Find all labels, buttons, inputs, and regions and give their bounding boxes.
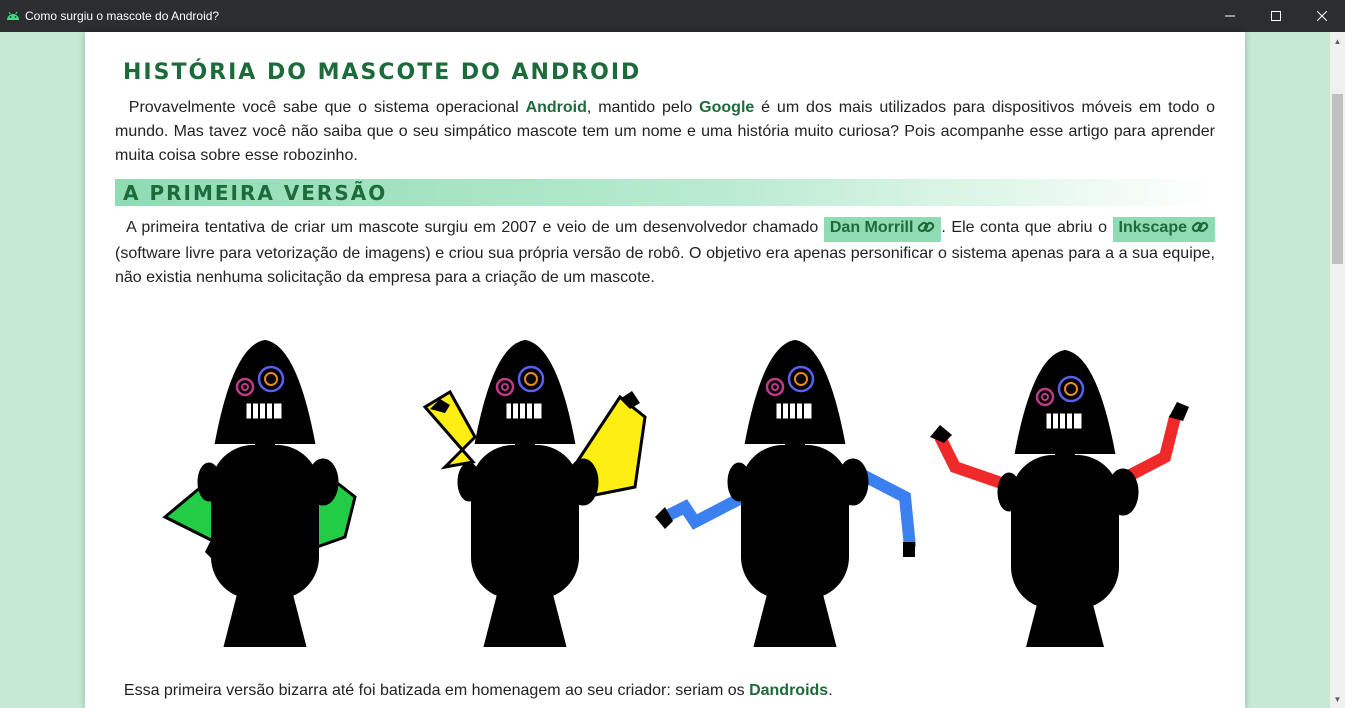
android-highlight: Android [525, 99, 587, 116]
dan-morrill-link[interactable]: Dan Morrill [823, 217, 942, 242]
window-titlebar: Como surgiu o mascote do Android? [0, 0, 1345, 32]
section-heading: A primeira versão [115, 179, 1215, 206]
yellow-robot: .y .c-body{fill:#ffee11}.y .c-inner{fill… [422, 340, 647, 649]
maximize-icon[interactable] [1253, 0, 1299, 32]
dandroids-text-2: . [828, 682, 833, 699]
window-controls [1207, 0, 1345, 32]
inkscape-link[interactable]: Inkscape [1112, 217, 1215, 242]
intro-text-2: , mantido pelo [586, 99, 700, 116]
link-icon [917, 219, 935, 242]
dan-morrill-link-label: Dan Morrill [829, 219, 914, 236]
dandroids-highlight: Dandroids [749, 682, 829, 699]
intro-text-1: Provavelmente você sabe que o sistema op… [128, 99, 526, 116]
blue-robot: .b .c-body{fill:#3a80f0}.b .c-inner{fill… [655, 340, 916, 649]
section-paragraph: A primeira tentativa de criar um mascote… [115, 216, 1215, 290]
dandroids-image: .g .c-body{fill:#22cc44}.g .c-inner{fill… [135, 317, 1205, 659]
section-heading-text: A primeira versão [123, 181, 388, 205]
window-title: Como surgiu o mascote do Android? [25, 9, 220, 23]
section-text-1: A primeira tentativa de criar um mascote… [126, 219, 824, 236]
intro-paragraph: Provavelmente você sabe que o sistema op… [115, 96, 1215, 168]
section-text-3: (software livre para vetorização de imag… [115, 245, 1215, 286]
android-icon [6, 10, 20, 22]
close-icon[interactable] [1299, 0, 1345, 32]
scroll-down-icon[interactable]: ▼ [1330, 692, 1345, 706]
scroll-up-icon[interactable]: ▲ [1330, 34, 1345, 48]
section-text-2: . Ele conta que abriu o [941, 219, 1113, 236]
page-title: História do mascote do Android [123, 60, 642, 85]
red-robot: .r .c-body{fill:#f02a2a}.r .c-inner{fill… [930, 350, 1189, 659]
dandroids-text-1: Essa primeira versão bizarra até foi bat… [123, 682, 750, 699]
dandroids-paragraph: Essa primeira versão bizarra até foi bat… [115, 679, 1215, 703]
article-card: História do mascote do Android Provavelm… [85, 32, 1245, 708]
scrollbar-thumb[interactable] [1332, 94, 1343, 264]
link-icon [1191, 219, 1209, 242]
vertical-scrollbar[interactable]: ▲ ▼ [1330, 32, 1345, 708]
google-highlight: Google [699, 99, 755, 116]
minimize-icon[interactable] [1207, 0, 1253, 32]
inkscape-link-label: Inkscape [1118, 219, 1187, 236]
green-robot: .g .c-body{fill:#22cc44}.g .c-inner{fill… [162, 340, 357, 649]
